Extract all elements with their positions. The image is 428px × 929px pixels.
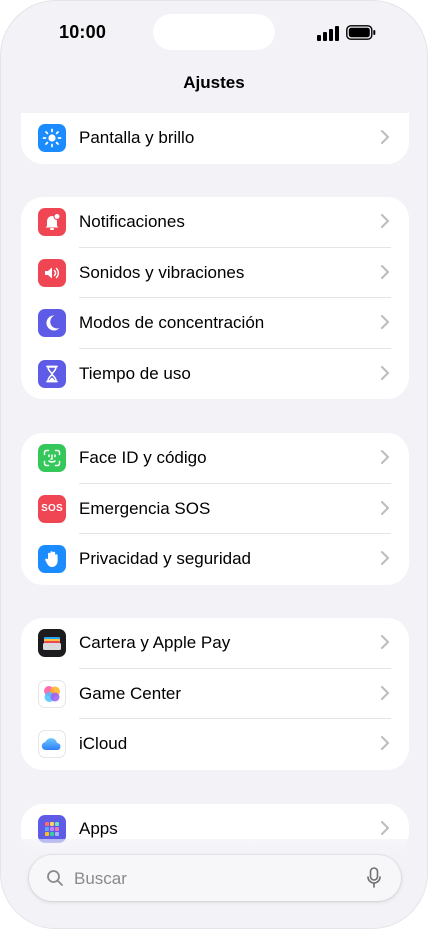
moon-icon: [38, 309, 66, 338]
chevron-right-icon: [381, 500, 389, 515]
status-bar: 10:00: [1, 1, 427, 65]
chevron-right-icon: [381, 635, 389, 649]
settings-row-game-center[interactable]: Game Center: [21, 669, 409, 720]
settings-row-concentracion[interactable]: Modos de concentración: [21, 298, 409, 349]
chevron-right-icon: [381, 821, 389, 835]
settings-row-tiempo-uso[interactable]: Tiempo de uso: [21, 349, 409, 400]
settings-group-notifications: Notificaciones Sonidos y vibraciones Mod…: [21, 197, 409, 400]
settings-group-services: Cartera y Apple Pay Game Center iCloud: [21, 618, 409, 770]
sos-icon-text: SOS: [41, 503, 63, 515]
settings-row-icloud[interactable]: iCloud: [21, 719, 409, 770]
chevron-right-icon: [381, 736, 389, 751]
chevron-right-icon: [381, 365, 389, 380]
row-label: Tiempo de uso: [79, 363, 191, 383]
settings-row-sonidos[interactable]: Sonidos y vibraciones: [21, 248, 409, 299]
search-field[interactable]: Buscar: [29, 855, 401, 901]
hand-icon: [38, 545, 66, 574]
chevron-right-icon: [381, 450, 389, 464]
settings-row-cartera[interactable]: Cartera y Apple Pay: [21, 618, 409, 669]
settings-group-security: Face ID y código SOS Emergencia SOS Priv…: [21, 433, 409, 585]
sos-icon: SOS: [38, 494, 66, 523]
settings-row-privacidad[interactable]: Privacidad y seguridad: [21, 534, 409, 585]
settings-row-emergencia-sos[interactable]: SOS Emergencia SOS: [21, 484, 409, 535]
hourglass-icon: [38, 359, 66, 388]
wallet-icon: [38, 629, 66, 657]
sun-icon: [38, 124, 66, 152]
search-placeholder: Buscar: [74, 869, 127, 888]
phone-screen: 10:00 Ajustes Pantalla y brillo Notifica…: [0, 0, 428, 929]
chevron-right-icon: [381, 551, 389, 566]
search-icon: [47, 870, 63, 886]
battery-icon: [346, 25, 376, 40]
status-time: 10:00: [59, 22, 107, 42]
speaker-icon: [38, 258, 66, 287]
page-title: Ajustes: [183, 73, 245, 92]
bell-icon: [38, 208, 66, 236]
chevron-right-icon: [381, 130, 389, 144]
row-label: Apps: [79, 819, 118, 838]
row-label: Emergencia SOS: [79, 498, 211, 518]
settings-row-face-id[interactable]: Face ID y código: [21, 433, 409, 484]
chevron-right-icon: [381, 214, 389, 228]
microphone-icon[interactable]: [367, 867, 381, 889]
row-label: Privacidad y seguridad: [79, 549, 251, 569]
chevron-right-icon: [381, 264, 389, 279]
face-id-icon: [38, 444, 66, 472]
row-label: Modos de concentración: [79, 313, 265, 333]
row-label: Pantalla y brillo: [79, 128, 195, 147]
icloud-icon: [38, 730, 66, 759]
row-label: Face ID y código: [79, 448, 207, 467]
row-label: Sonidos y vibraciones: [79, 262, 245, 282]
chevron-right-icon: [381, 685, 389, 700]
row-label: Game Center: [79, 683, 182, 703]
settings-row-pantalla[interactable]: Pantalla y brillo: [21, 113, 409, 164]
row-label: Notificaciones: [79, 212, 185, 231]
chevron-right-icon: [381, 315, 389, 330]
settings-group-display: Pantalla y brillo: [21, 113, 409, 164]
game-center-icon: [38, 679, 66, 708]
search-bar-container: Buscar: [1, 839, 427, 928]
cellular-signal-icon: [317, 26, 339, 41]
dynamic-island: [153, 14, 275, 50]
row-label: iCloud: [79, 734, 128, 754]
row-label: Cartera y Apple Pay: [79, 633, 231, 652]
settings-row-notificaciones[interactable]: Notificaciones: [21, 197, 409, 248]
